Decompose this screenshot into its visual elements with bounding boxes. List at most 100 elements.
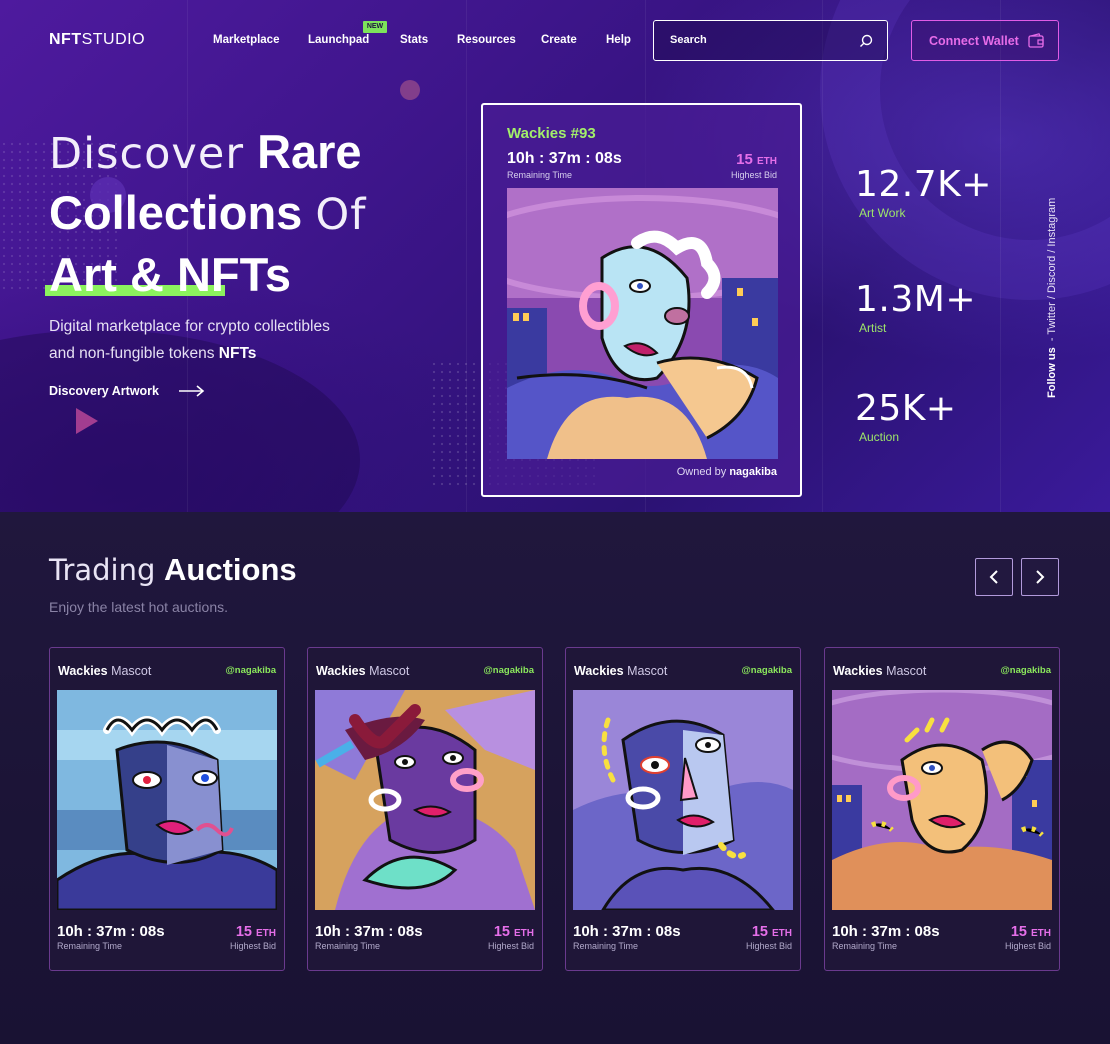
headline-thin: Of [315, 190, 367, 240]
featured-title: Wackies #93 [507, 125, 596, 142]
search-input[interactable]: Search [653, 20, 888, 61]
card-bid-label: Highest Bid [1004, 941, 1051, 951]
bid-unit: ETH [772, 928, 792, 939]
card-title: Wackies Mascot [574, 664, 667, 678]
card-title-rest: Mascot [886, 664, 927, 678]
card-countdown-label: Remaining Time [573, 941, 639, 951]
wallet-icon [1028, 33, 1044, 48]
card-title-bold: Wackies [58, 664, 108, 678]
hero-subtitle-line2: and non-fungible tokens NFTs [49, 345, 256, 363]
card-title-rest: Mascot [369, 664, 410, 678]
featured-artwork-image[interactable] [507, 188, 778, 459]
search-placeholder: Search [670, 34, 707, 46]
follow-us-label: Follow us [1046, 347, 1058, 398]
card-bid: 15 ETH [236, 924, 276, 940]
social-link-list[interactable]: - Twitter / Discord / Instagram [1046, 198, 1058, 341]
bid-value: 15 [493, 924, 510, 940]
featured-nft-card[interactable]: Wackies #93 10h : 37m : 08s Remaining Ti… [481, 103, 802, 497]
nav-launchpad[interactable]: Launchpad [308, 34, 369, 46]
connect-wallet-button[interactable]: Connect Wallet [911, 20, 1059, 61]
card-title-bold: Wackies [833, 664, 883, 678]
stat-artwork-value: 12.7K+ [855, 164, 992, 205]
next-button[interactable] [1021, 558, 1059, 596]
title-thin: Trading [49, 553, 156, 587]
nav-stats[interactable]: Stats [400, 34, 428, 46]
card-creator-handle[interactable]: @nagakiba [742, 665, 792, 676]
featured-bid-label: Highest Bid [730, 170, 777, 180]
card-artwork-image[interactable] [315, 690, 535, 910]
owner-prefix: Owned by [676, 466, 727, 478]
nav-create[interactable]: Create [541, 34, 577, 46]
card-countdown: 10h : 37m : 08s [315, 923, 423, 940]
headline-bold: Collections [49, 186, 303, 239]
card-artwork-image[interactable] [573, 690, 793, 910]
auctions-title: Trading Auctions [49, 552, 297, 588]
card-artwork-image[interactable] [832, 690, 1052, 910]
bid-unit: ETH [256, 928, 276, 939]
new-badge: NEW [363, 21, 387, 33]
arrow-right-icon[interactable] [179, 385, 205, 397]
logo[interactable]: NFTSTUDIO [49, 31, 145, 49]
prev-button[interactable] [975, 558, 1013, 596]
card-countdown: 10h : 37m : 08s [57, 923, 165, 940]
title-bold: Auctions [164, 552, 297, 587]
featured-countdown-label: Remaining Time [507, 170, 573, 180]
chevron-right-icon [1036, 570, 1045, 584]
card-title: Wackies Mascot [58, 664, 151, 678]
nav-help[interactable]: Help [606, 34, 631, 46]
logo-regular: STUDIO [81, 31, 146, 48]
auction-card[interactable]: Wackies Mascot @nagakiba 10h : 37m : 08s… [49, 647, 285, 971]
card-creator-handle[interactable]: @nagakiba [484, 665, 534, 676]
featured-owner: Owned by nagakiba [677, 466, 777, 478]
social-links[interactable]: Follow us - Twitter / Discord / Instagra… [1046, 168, 1060, 398]
card-bid: 15 ETH [1011, 924, 1051, 940]
stat-auction-label: Auction [859, 430, 900, 444]
owner-name[interactable]: nagakiba [729, 466, 777, 478]
discovery-artwork-link[interactable]: Discovery Artwork [49, 384, 159, 398]
card-bid-label: Highest Bid [745, 941, 792, 951]
card-bid: 15 ETH [494, 924, 534, 940]
card-title: Wackies Mascot [316, 664, 409, 678]
auction-card[interactable]: Wackies Mascot @nagakiba 10h : 37m : 08s… [565, 647, 801, 971]
card-artwork-image[interactable] [57, 690, 277, 910]
hero-headline-line3: Art & NFTs [49, 248, 291, 301]
bid-unit: ETH [1031, 928, 1051, 939]
stat-auction-value: 25K+ [855, 388, 957, 429]
bid-unit: ETH [757, 156, 777, 167]
bid-value: 15 [736, 151, 753, 168]
chevron-left-icon [989, 570, 998, 584]
card-creator-handle[interactable]: @nagakiba [226, 665, 276, 676]
artwork-illustration [57, 690, 277, 910]
artwork-illustration [573, 690, 793, 910]
nav-resources[interactable]: Resources [457, 34, 516, 46]
logo-bold: NFT [49, 31, 82, 48]
headline-thin: Discover [49, 129, 244, 179]
headline-bold: Rare [257, 125, 362, 178]
card-title-bold: Wackies [574, 664, 624, 678]
auction-card[interactable]: Wackies Mascot @nagakiba 10h : 37m : 08s… [307, 647, 543, 971]
subtitle-text: and non-fungible tokens [49, 345, 215, 362]
card-title-bold: Wackies [316, 664, 366, 678]
card-creator-handle[interactable]: @nagakiba [1001, 665, 1051, 676]
card-bid-label: Highest Bid [487, 941, 534, 951]
search-icon [860, 34, 873, 47]
auctions-subtitle: Enjoy the latest hot auctions. [49, 599, 228, 615]
artwork-illustration [507, 188, 778, 459]
stat-artist-value: 1.3M+ [855, 279, 976, 320]
stat-artist-label: Artist [859, 321, 887, 335]
card-countdown-label: Remaining Time [57, 941, 123, 951]
bid-value: 15 [751, 924, 768, 940]
hero-headline-line1: Discover Rare [49, 128, 362, 176]
card-countdown: 10h : 37m : 08s [832, 923, 940, 940]
card-countdown-label: Remaining Time [832, 941, 898, 951]
hero-headline-line2: Collections Of [49, 189, 366, 237]
nav-marketplace[interactable]: Marketplace [213, 34, 279, 46]
auction-card[interactable]: Wackies Mascot @nagakiba 10h : 37m : 08s… [824, 647, 1060, 971]
hero-subtitle-line1: Digital marketplace for crypto collectib… [49, 318, 330, 335]
card-title-rest: Mascot [111, 664, 152, 678]
connect-wallet-label: Connect Wallet [929, 34, 1019, 48]
card-countdown: 10h : 37m : 08s [573, 923, 681, 940]
bid-value: 15 [235, 924, 252, 940]
card-bid-label: Highest Bid [229, 941, 276, 951]
card-title: Wackies Mascot [833, 664, 926, 678]
